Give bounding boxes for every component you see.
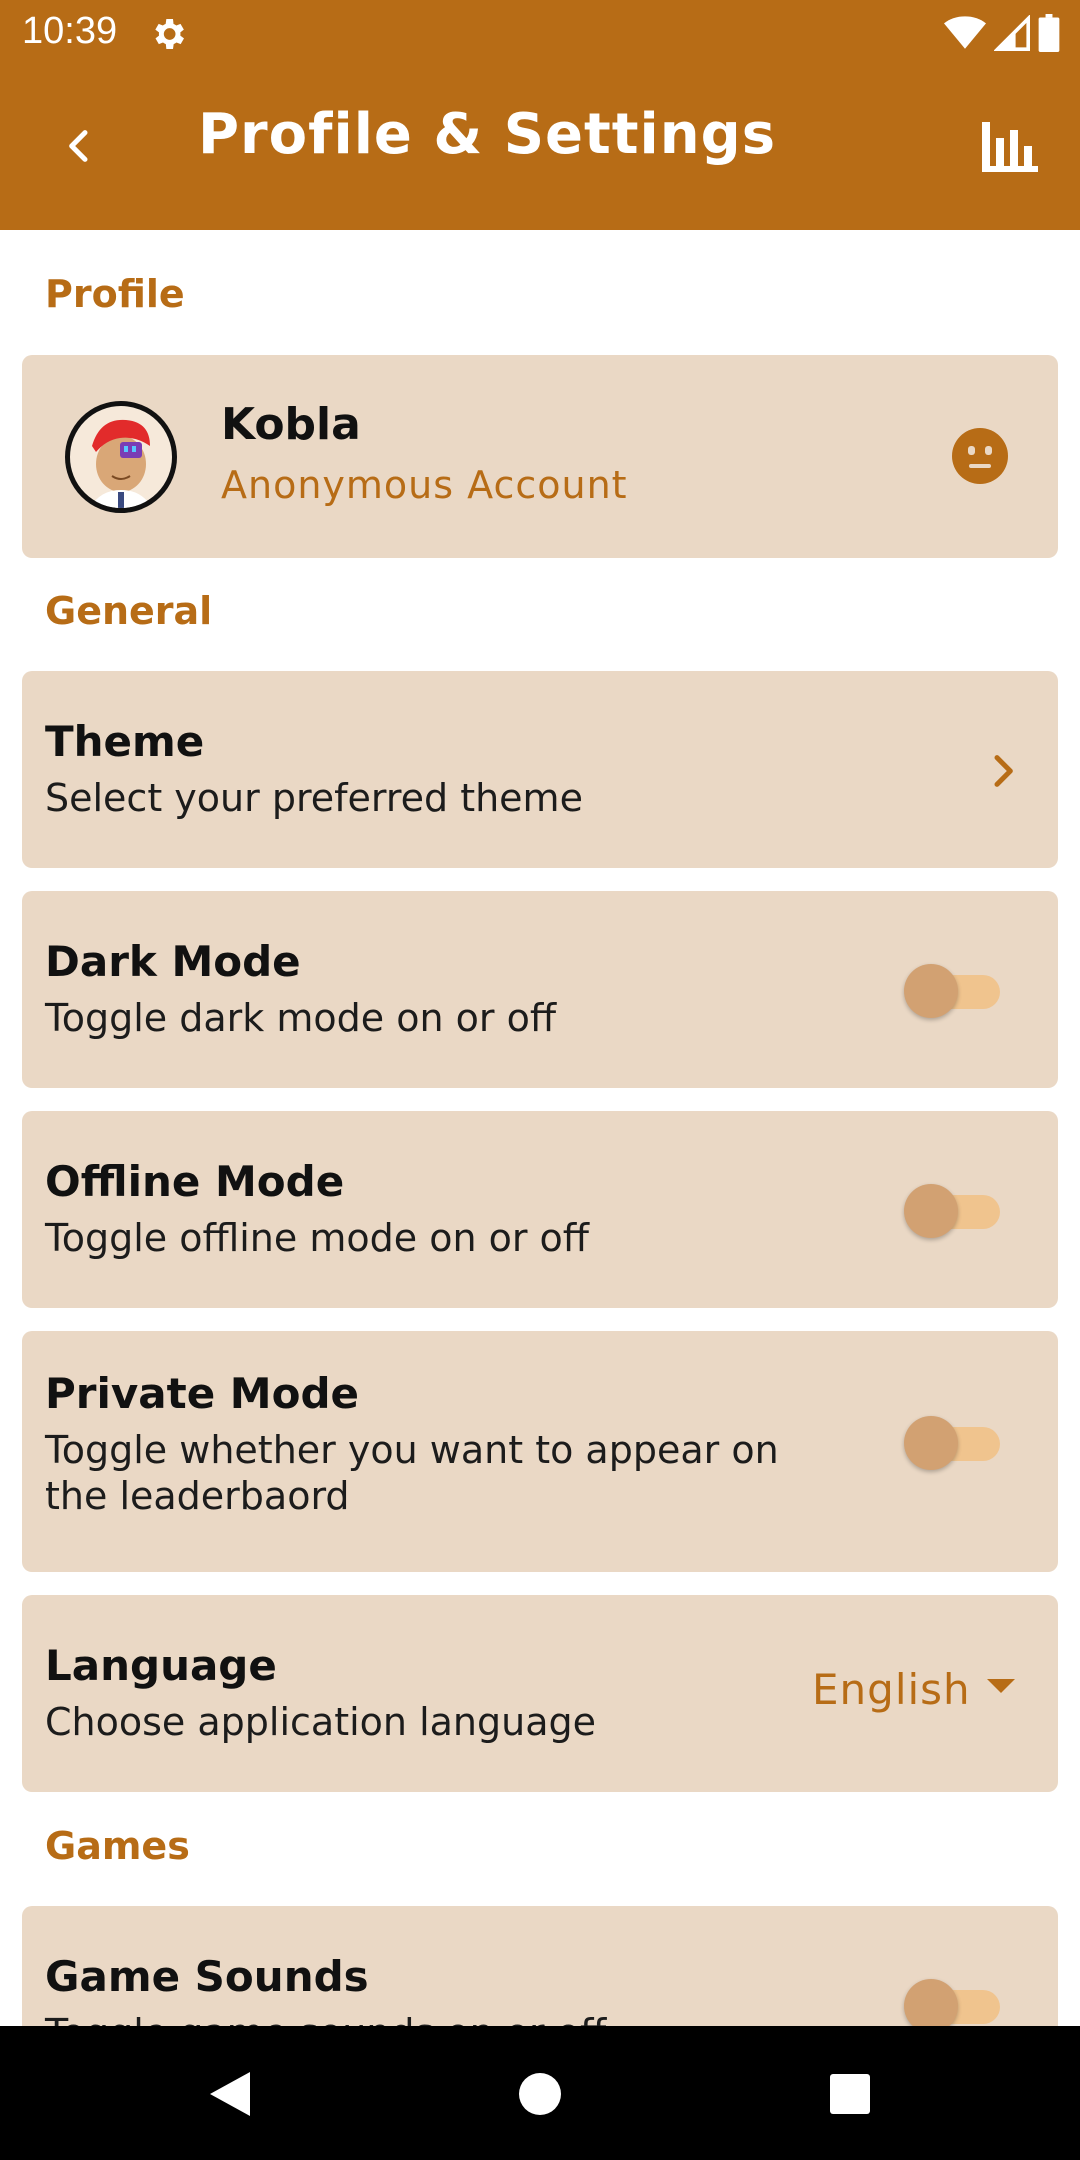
leaderboard-button[interactable] (970, 108, 1050, 188)
caret-down-icon (986, 1679, 1015, 1699)
nav-recents-button[interactable] (810, 2056, 890, 2136)
dark-mode-title: Dark Mode (45, 937, 301, 986)
nav-back-button[interactable] (190, 2056, 270, 2136)
app-bar: Profile & Settings (0, 66, 1080, 230)
language-setting: Language Choose application language Eng… (22, 1595, 1058, 1792)
system-nav-bar (0, 2026, 1080, 2160)
back-button[interactable] (40, 108, 120, 188)
language-selected: English (812, 1664, 971, 1714)
theme-setting[interactable]: Theme Select your preferred theme (22, 671, 1058, 868)
game-sounds-toggle[interactable] (904, 1974, 1004, 2034)
page-title: Profile & Settings (198, 102, 777, 167)
offline-mode-setting: Offline Mode Toggle offline mode on or o… (22, 1111, 1058, 1308)
private-mode-subtitle: Toggle whether you want to appear on the… (45, 1428, 779, 1518)
toggle-thumb (904, 964, 958, 1018)
private-mode-setting: Private Mode Toggle whether you want to … (22, 1331, 1058, 1572)
bar-chart-icon (980, 118, 1040, 178)
offline-mode-title: Offline Mode (45, 1157, 345, 1206)
triangle-back-icon (208, 2070, 252, 2122)
status-icons (944, 14, 1060, 56)
language-subtitle: Choose application language (45, 1700, 596, 1744)
avatar[interactable] (65, 401, 177, 513)
dark-mode-toggle[interactable] (904, 959, 1004, 1019)
square-recents-icon (829, 2073, 871, 2119)
language-dropdown[interactable]: English (812, 1659, 1015, 1719)
profile-name: Kobla (221, 399, 361, 450)
toggle-thumb (904, 1979, 958, 2033)
section-header-games: Games (45, 1824, 190, 1868)
neutral-face-icon[interactable] (952, 428, 1008, 484)
section-header-profile: Profile (45, 272, 185, 316)
toggle-thumb (904, 1184, 958, 1238)
status-time: 10:39 (22, 10, 118, 52)
circle-home-icon (518, 2072, 562, 2120)
private-mode-toggle[interactable] (904, 1411, 1004, 1471)
status-bar: 10:39 (0, 0, 1080, 66)
section-header-general: General (45, 589, 213, 633)
profile-card[interactable]: Kobla Anonymous Account (22, 355, 1058, 558)
private-mode-title: Private Mode (45, 1369, 359, 1418)
gear-icon (148, 14, 188, 54)
battery-icon (1038, 14, 1060, 56)
signal-icon (993, 14, 1030, 55)
theme-subtitle: Select your preferred theme (45, 776, 583, 820)
chevron-left-icon (60, 126, 100, 170)
toggle-thumb (904, 1416, 958, 1470)
dark-mode-subtitle: Toggle dark mode on or off (45, 996, 557, 1040)
game-sounds-title: Game Sounds (45, 1952, 369, 2001)
profile-account-type: Anonymous Account (221, 463, 628, 507)
offline-mode-toggle[interactable] (904, 1179, 1004, 1239)
offline-mode-subtitle: Toggle offline mode on or off (45, 1216, 589, 1260)
dark-mode-setting: Dark Mode Toggle dark mode on or off (22, 891, 1058, 1088)
chevron-right-icon (982, 751, 1022, 791)
nav-home-button[interactable] (500, 2056, 580, 2136)
wifi-icon (944, 15, 986, 55)
language-title: Language (45, 1641, 277, 1690)
theme-title: Theme (45, 717, 205, 766)
